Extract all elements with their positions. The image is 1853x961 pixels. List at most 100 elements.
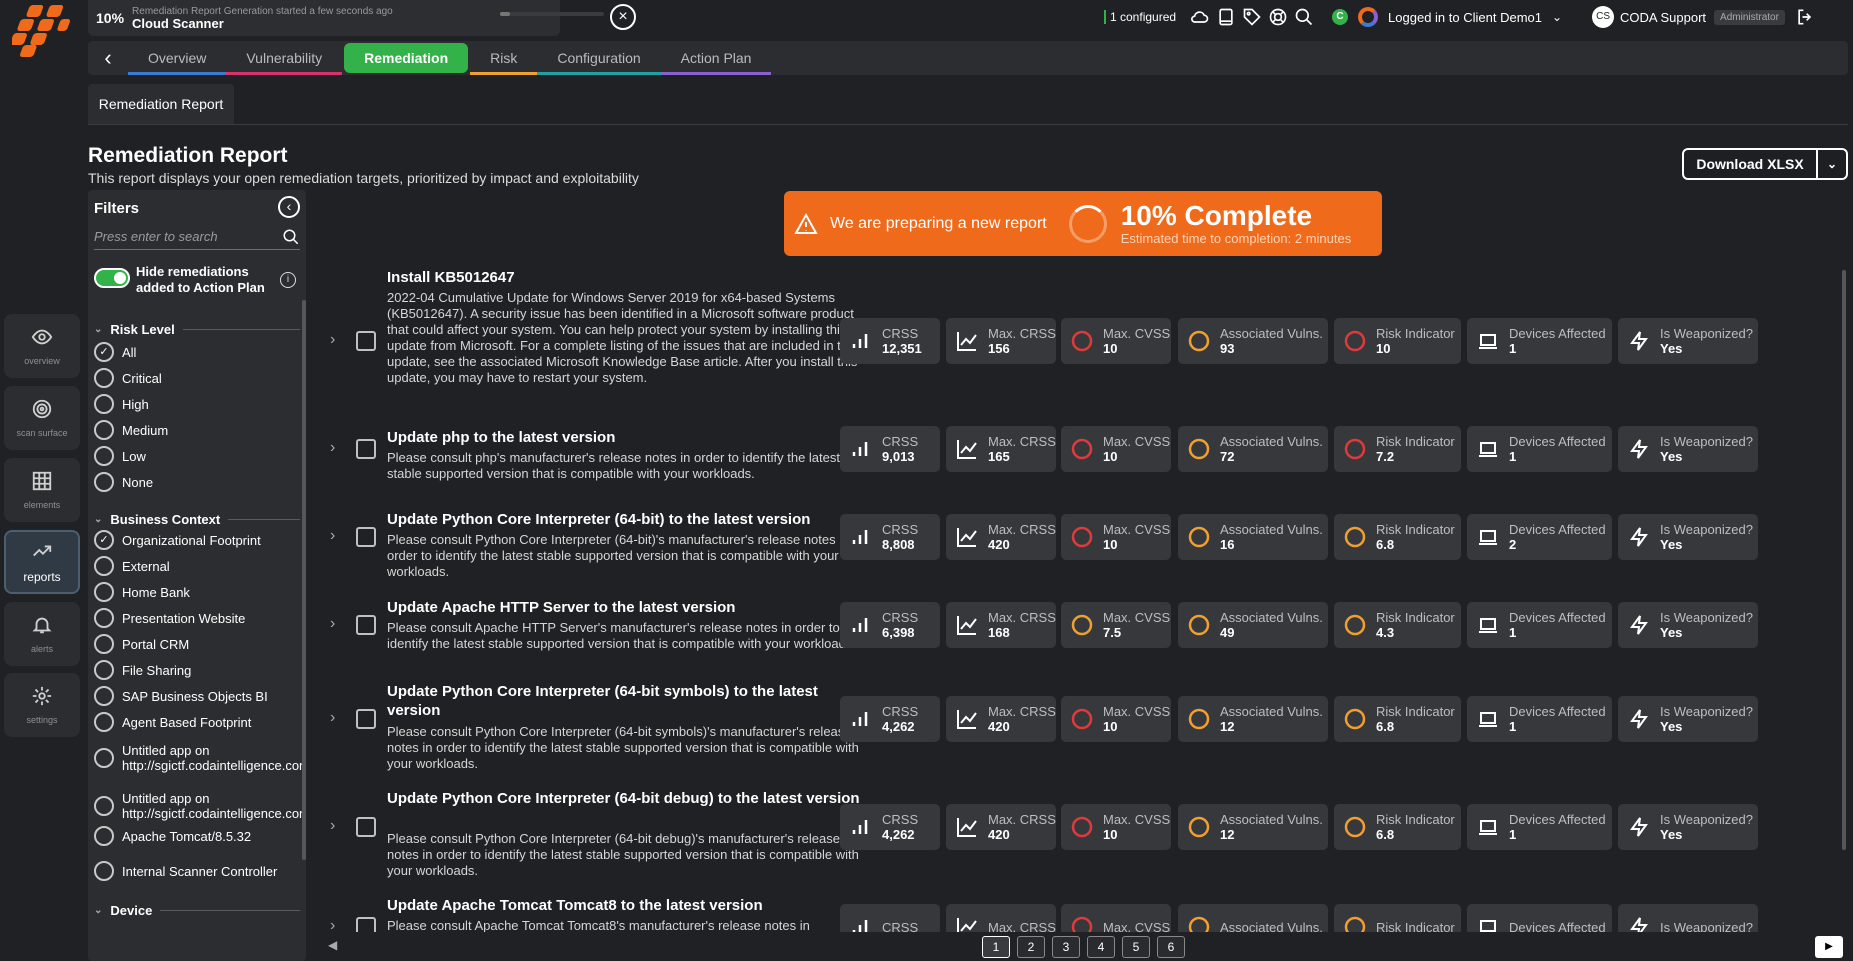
tag-icon[interactable] xyxy=(1242,7,1262,27)
info-icon[interactable]: i xyxy=(280,272,296,288)
tab-remediation[interactable]: Remediation xyxy=(344,43,469,73)
radio-button[interactable] xyxy=(94,686,114,706)
download-label[interactable]: Download XLSX xyxy=(1684,150,1818,178)
filter-option[interactable]: None xyxy=(94,472,300,492)
radio-button[interactable] xyxy=(94,420,114,440)
radio-button[interactable] xyxy=(94,582,114,602)
chevron-right-icon[interactable]: › xyxy=(330,331,335,349)
filter-option[interactable]: High xyxy=(94,394,300,414)
radio-button[interactable] xyxy=(94,368,114,388)
filter-option[interactable]: Agent Based Footprint xyxy=(94,712,300,732)
rail-item-elements[interactable]: elements xyxy=(4,458,80,522)
rail-item-alerts[interactable]: alerts xyxy=(4,602,80,666)
tab-risk[interactable]: Risk xyxy=(470,41,538,75)
hide-remediations-toggle[interactable] xyxy=(94,268,130,288)
page-button[interactable]: 3 xyxy=(1052,936,1080,958)
filter-option[interactable]: Apache Tomcat/8.5.32 xyxy=(94,826,300,846)
radio-button[interactable] xyxy=(94,660,114,680)
radio-button[interactable] xyxy=(94,446,114,466)
filter-option[interactable]: Untitled app on http://sgictf.codaintell… xyxy=(94,734,306,782)
filter-option[interactable]: Untitled app on http://sgictf.codaintell… xyxy=(94,782,306,830)
filter-option[interactable]: Internal Scanner Controller xyxy=(94,854,300,888)
row-checkbox[interactable] xyxy=(356,615,376,635)
filter-option[interactable]: SAP Business Objects BI xyxy=(94,686,300,706)
radio-button[interactable] xyxy=(94,556,114,576)
chevron-down-icon[interactable]: ⌄ xyxy=(94,905,102,916)
filter-option[interactable]: Home Bank xyxy=(94,582,300,602)
filter-option[interactable]: ✓ All xyxy=(94,342,300,362)
rail-item-settings[interactable]: settings xyxy=(4,673,80,737)
chevron-right-icon[interactable]: › xyxy=(330,439,335,457)
page-button[interactable]: 1 xyxy=(982,936,1010,958)
row-checkbox[interactable] xyxy=(356,527,376,547)
device-icon[interactable] xyxy=(1216,7,1236,27)
search-icon[interactable] xyxy=(1294,7,1314,27)
logout-icon[interactable] xyxy=(1795,7,1815,27)
page-button[interactable]: 4 xyxy=(1087,936,1115,958)
row-checkbox[interactable] xyxy=(356,917,376,932)
radio-button[interactable] xyxy=(94,861,114,881)
page-button[interactable]: 2 xyxy=(1017,936,1045,958)
user-avatar[interactable]: CS xyxy=(1592,6,1615,28)
prev-page-icon[interactable]: ◀ xyxy=(328,938,337,952)
rail-item-overview[interactable]: overview xyxy=(4,314,80,378)
row-checkbox[interactable] xyxy=(356,331,376,351)
rail-item-reports[interactable]: reports xyxy=(4,530,80,594)
row-checkbox[interactable] xyxy=(356,439,376,459)
radio-button[interactable] xyxy=(94,394,114,414)
tab-action-plan[interactable]: Action Plan xyxy=(660,41,772,75)
tab-overview[interactable]: Overview xyxy=(128,41,227,75)
filter-option[interactable]: ✓ Organizational Footprint xyxy=(94,530,300,550)
filter-option[interactable]: External xyxy=(94,556,300,576)
tab-vulnerability[interactable]: Vulnerability xyxy=(226,41,343,75)
search-icon[interactable] xyxy=(282,228,300,246)
radio-button[interactable] xyxy=(94,826,114,846)
chevron-down-icon[interactable]: ⌄ xyxy=(1818,157,1846,171)
radio-button[interactable] xyxy=(94,796,114,816)
radio-button[interactable] xyxy=(94,608,114,628)
filter-option[interactable]: Critical xyxy=(94,368,300,388)
filters-scrollbar[interactable] xyxy=(302,300,306,860)
chevron-down-icon[interactable]: ⌄ xyxy=(1552,10,1562,24)
cloud-icon[interactable] xyxy=(1190,7,1210,27)
row-checkbox[interactable] xyxy=(356,817,376,837)
filter-option[interactable]: Portal CRM xyxy=(94,634,300,654)
chevron-right-icon[interactable]: › xyxy=(330,709,335,727)
radio-button[interactable] xyxy=(94,634,114,654)
tab-configuration[interactable]: Configuration xyxy=(537,41,661,75)
check-circle-icon[interactable]: ✓ xyxy=(94,342,114,362)
tab-remediation-report[interactable]: Remediation Report xyxy=(88,84,234,124)
check-circle-icon[interactable]: ✓ xyxy=(94,530,114,550)
filter-option[interactable]: Medium xyxy=(94,420,300,440)
chevron-right-icon[interactable]: › xyxy=(330,527,335,545)
download-xlsx-button[interactable]: Download XLSX ⌄ xyxy=(1682,148,1848,180)
radio-button[interactable] xyxy=(94,472,114,492)
back-arrow-icon[interactable]: ‹ xyxy=(88,41,128,75)
filter-option[interactable]: Low xyxy=(94,446,300,466)
collapse-left-icon[interactable]: ‹ xyxy=(278,196,300,218)
close-icon[interactable]: × xyxy=(610,4,636,30)
filter-section-risk[interactable]: ⌄ Risk Level xyxy=(94,322,300,337)
rail-item-scan-surface[interactable]: scan surface xyxy=(4,386,80,450)
page-button[interactable]: 6 xyxy=(1157,936,1185,958)
configured-count[interactable]: 1 configured xyxy=(1104,10,1176,24)
radio-button[interactable] xyxy=(94,748,114,768)
coda-logo[interactable] xyxy=(12,5,70,57)
chevron-down-icon[interactable]: ⌄ xyxy=(94,324,102,335)
list-scrollbar[interactable] xyxy=(1842,270,1846,850)
logged-in-text[interactable]: Logged in to Client Demo1 xyxy=(1388,10,1542,25)
chevron-right-icon[interactable]: › xyxy=(330,917,335,932)
lifebuoy-icon[interactable] xyxy=(1268,7,1288,27)
page-button[interactable]: 5 xyxy=(1122,936,1150,958)
radio-button[interactable] xyxy=(94,712,114,732)
filter-section-context[interactable]: ⌄ Business Context xyxy=(94,512,300,527)
filter-section-device[interactable]: ⌄ Device xyxy=(94,903,300,918)
user-name[interactable]: CODA Support xyxy=(1620,10,1706,25)
next-page-icon[interactable]: ▶ xyxy=(1815,936,1843,958)
filter-option[interactable]: File Sharing xyxy=(94,660,300,680)
row-checkbox[interactable] xyxy=(356,709,376,729)
filter-search-input[interactable]: Press enter to search xyxy=(94,224,300,250)
chevron-right-icon[interactable]: › xyxy=(330,615,335,633)
filter-option[interactable]: Presentation Website xyxy=(94,608,300,628)
chevron-right-icon[interactable]: › xyxy=(330,817,335,835)
